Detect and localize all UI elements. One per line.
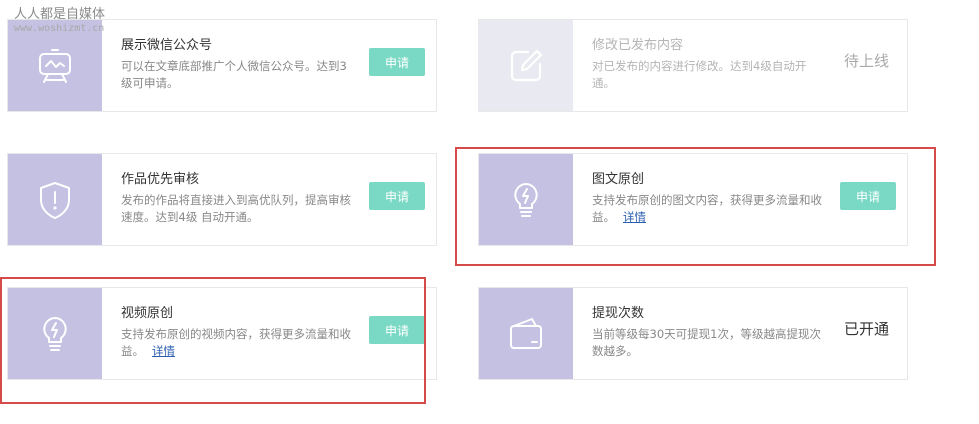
card-icon-box [8, 288, 102, 379]
card-description: 对已发布的内容进行修改。达到4级自动开通。 [592, 59, 807, 90]
card-original-article: 图文原创 支持发布原创的图文内容，获得更多流量和收益。 详情 申请 [478, 153, 908, 246]
watermark: 人人都是自媒体 www.woshizmt.cn [14, 7, 105, 36]
details-link[interactable]: 详情 [623, 210, 646, 224]
card-icon-box [479, 20, 573, 111]
card-title: 提现次数 [592, 306, 645, 321]
card-withdrawal-count: 提现次数 当前等级每30天可提现1次，等级越高提现次数越多。 已开通 [478, 287, 908, 380]
card-title: 修改已发布内容 [592, 38, 684, 53]
card-title: 图文原创 [592, 172, 645, 187]
card-edit-published-content: 修改已发布内容 对已发布的内容进行修改。达到4级自动开通。 待上线 [478, 19, 908, 112]
status-label: 待上线 [843, 52, 889, 70]
card-description: 支持发布原创的视频内容，获得更多流量和收益。 详情 [121, 326, 357, 360]
edit-pencil-icon [510, 49, 543, 81]
status-label: 已开通 [843, 320, 889, 338]
card-title: 展示微信公众号 [121, 38, 213, 53]
apply-button[interactable]: 申请 [369, 182, 425, 210]
card-title: 作品优先审核 [121, 172, 200, 187]
watermark-title: 人人都是自媒体 [14, 7, 106, 22]
card-icon-box [8, 154, 102, 245]
details-link[interactable]: 详情 [152, 344, 175, 358]
card-description: 当前等级每30天可提现1次，等级越高提现次数越多。 [592, 327, 821, 358]
apply-button[interactable]: 申请 [840, 182, 896, 210]
wallet-icon [510, 317, 542, 349]
card-title: 视频原创 [121, 306, 174, 321]
card-icon-box [479, 154, 573, 245]
apply-button[interactable]: 申请 [369, 316, 425, 344]
presentation-board-icon [39, 48, 71, 83]
card-original-video: 视频原创 支持发布原创的视频内容，获得更多流量和收益。 详情 申请 [7, 287, 437, 380]
card-description: 支持发布原创的图文内容，获得更多流量和收益。 详情 [592, 192, 828, 226]
shield-exclamation-icon [40, 181, 70, 219]
lightbulb-icon [43, 316, 67, 351]
lightbulb-icon [514, 182, 538, 217]
card-description: 可以在文章底部推广个人微信公众号。达到3级可申请。 [121, 59, 347, 90]
card-description: 发布的作品将直接进入到高优队列，提高审核速度。达到4级 自动开通。 [121, 193, 351, 224]
apply-button[interactable]: 申请 [369, 48, 425, 76]
card-icon-box [479, 288, 573, 379]
watermark-url: www.woshizmt.cn [14, 23, 105, 35]
card-priority-review: 作品优先审核 发布的作品将直接进入到高优队列，提高审核速度。达到4级 自动开通。… [7, 153, 437, 246]
